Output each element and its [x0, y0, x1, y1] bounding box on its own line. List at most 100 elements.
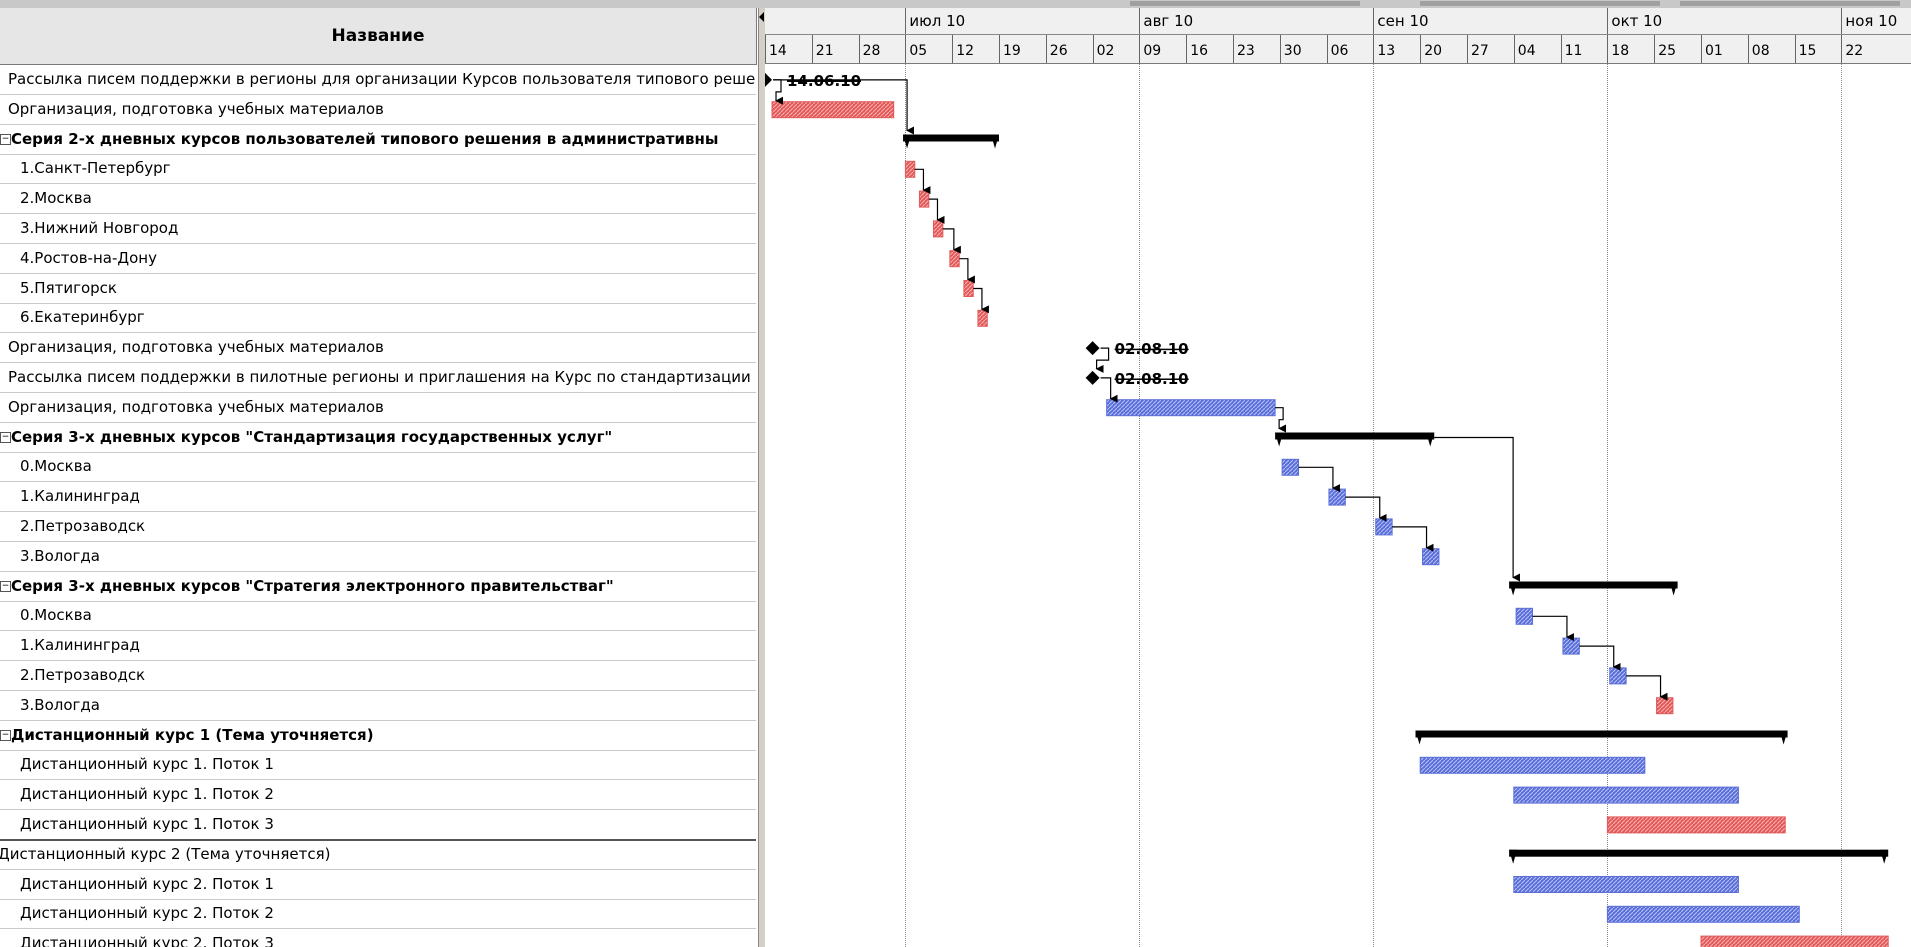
collapse-toggle-icon[interactable]: −: [0, 580, 11, 592]
task-row[interactable]: − Дистанционный курс 1 (Тема уточняется): [0, 721, 756, 751]
task-bar[interactable]: [1562, 637, 1580, 655]
collapse-arrow-icon[interactable]: [759, 12, 764, 22]
task-row[interactable]: 4.Ростов-на-Дону: [0, 244, 756, 274]
summary-bar[interactable]: [1275, 432, 1435, 440]
dependency-link[interactable]: [973, 287, 989, 314]
task-bar[interactable]: [1700, 935, 1889, 947]
task-row[interactable]: 1.Калининград: [0, 482, 756, 513]
task-bar[interactable]: [1656, 697, 1674, 715]
task-name: 3.Вологда: [20, 695, 100, 714]
task-bar[interactable]: [1515, 607, 1534, 625]
task-name: Организация, подготовка учебных материал…: [8, 338, 384, 357]
week-label: 20: [1420, 35, 1442, 63]
collapse-toggle-icon[interactable]: −: [0, 133, 11, 145]
task-bar[interactable]: [1606, 905, 1800, 923]
summary-bar[interactable]: [903, 134, 999, 142]
task-name: Дистанционный курс 1. Поток 1: [20, 755, 274, 774]
task-row[interactable]: − Серия 2-х дневных курсов пользователей …: [0, 125, 756, 155]
task-row[interactable]: Дистанционный курс 1. Поток 2: [0, 780, 756, 811]
column-header-name[interactable]: Название: [0, 8, 757, 65]
collapse-toggle-icon[interactable]: −: [0, 729, 11, 741]
dependency-link[interactable]: [1626, 675, 1668, 701]
task-row[interactable]: 2.Петрозаводск: [0, 512, 756, 542]
dependency-link[interactable]: [1095, 347, 1110, 373]
dependency-link[interactable]: [1579, 645, 1621, 671]
task-bar[interactable]: [1375, 518, 1393, 536]
task-row[interactable]: Дистанционный курс 2. Поток 1: [0, 870, 756, 900]
dependency-link[interactable]: [914, 168, 931, 195]
week-label: 18: [1607, 35, 1629, 63]
summary-bar[interactable]: [1509, 581, 1678, 589]
task-bar[interactable]: [949, 250, 960, 268]
task-row[interactable]: − Серия 3-х дневных курсов "Стратегия эле…: [0, 572, 756, 602]
toolbar-scrollbar[interactable]: [1420, 1, 1660, 6]
task-row[interactable]: Организация, подготовка учебных материал…: [0, 333, 756, 364]
dependency-link[interactable]: [773, 79, 784, 105]
task-row[interactable]: 3.Вологда: [0, 542, 756, 572]
task-row[interactable]: − Серия 3-х дневных курсов "Стандартизаци…: [0, 423, 756, 453]
task-table: Название Рассылка писем поддержки в реги…: [0, 8, 758, 947]
dependency-link[interactable]: [942, 228, 961, 254]
dependency-link[interactable]: [928, 198, 945, 224]
task-bar[interactable]: [1513, 786, 1739, 804]
dependency-link[interactable]: [1298, 466, 1340, 493]
task-bar[interactable]: [977, 309, 988, 327]
task-row[interactable]: 1.Калининград: [0, 631, 756, 662]
milestone-diamond[interactable]: [1085, 370, 1100, 385]
task-bar[interactable]: [1606, 816, 1786, 834]
dependency-link[interactable]: [959, 258, 975, 284]
week-label: 05: [905, 35, 927, 63]
summary-bar[interactable]: [1509, 849, 1889, 857]
milestone-diamond[interactable]: [1085, 341, 1100, 356]
task-bar[interactable]: [963, 280, 974, 297]
dependency-link[interactable]: [1345, 496, 1387, 522]
task-row[interactable]: Дистанционный курс 1. Поток 1: [0, 750, 756, 781]
task-bar[interactable]: [1422, 548, 1440, 566]
task-bar[interactable]: [1513, 876, 1739, 893]
task-row[interactable]: 6.Екатеринбург: [0, 303, 756, 334]
task-name: Дистанционный курс 1. Поток 2: [20, 785, 274, 804]
task-row[interactable]: 3.Вологда: [0, 691, 756, 721]
task-name: 4.Ростов-на-Дону: [20, 248, 157, 267]
task-row[interactable]: 0.Москва: [0, 452, 756, 483]
task-row[interactable]: Дистанционный курс 1. Поток 3: [0, 810, 756, 841]
task-bar[interactable]: [1328, 488, 1346, 506]
dependency-link[interactable]: [1275, 407, 1287, 433]
milestone-diamond[interactable]: [765, 72, 772, 87]
task-row[interactable]: 3.Нижний Новгород: [0, 214, 756, 244]
task-row[interactable]: Рассылка писем поддержки в регионы для о…: [0, 65, 756, 95]
task-row[interactable]: Рассылка писем поддержки в пилотные реги…: [0, 363, 756, 393]
task-row[interactable]: 5.Пятигорск: [0, 274, 756, 304]
task-bar[interactable]: [1609, 667, 1627, 685]
task-row[interactable]: Дистанционный курс 2 (Тема уточняется): [0, 840, 756, 870]
task-bar[interactable]: [771, 101, 895, 119]
task-bar[interactable]: [1106, 399, 1276, 417]
task-row[interactable]: Организация, подготовка учебных материал…: [0, 95, 756, 125]
task-name: Организация, подготовка учебных материал…: [8, 397, 384, 416]
task-bar[interactable]: [1419, 756, 1646, 774]
task-bar[interactable]: [932, 220, 944, 238]
task-row[interactable]: Организация, подготовка учебных материал…: [0, 393, 756, 423]
task-name: 0.Москва: [20, 457, 92, 476]
task-row[interactable]: Дистанционный курс 2. Поток 2: [0, 899, 756, 930]
task-bar[interactable]: [1281, 458, 1300, 476]
toolbar-scrollbar[interactable]: [1130, 1, 1360, 6]
dependency-link[interactable]: [1392, 526, 1434, 552]
collapse-toggle-icon[interactable]: −: [0, 431, 11, 443]
toolbar-scrollbar[interactable]: [1680, 1, 1900, 6]
dependency-link[interactable]: [1532, 615, 1574, 642]
task-name: 3.Вологда: [20, 546, 100, 565]
task-row[interactable]: 2.Москва: [0, 184, 756, 215]
week-label: 19: [999, 35, 1021, 63]
summary-bar[interactable]: [1415, 730, 1788, 738]
month-label: окт 10: [1607, 8, 1662, 34]
task-row[interactable]: 2.Петрозаводск: [0, 661, 756, 691]
task-name: Серия 3-х дневных курсов "Стратегия элек…: [11, 576, 614, 595]
task-bar[interactable]: [904, 160, 916, 178]
task-bar[interactable]: [918, 190, 930, 208]
task-row[interactable]: 0.Москва: [0, 601, 756, 632]
dependency-link[interactable]: [1434, 436, 1521, 582]
task-row[interactable]: Дистанционный курс 2. Поток 3: [0, 929, 756, 947]
dependency-link[interactable]: [1100, 377, 1118, 403]
task-row[interactable]: 1.Санкт-Петербург: [0, 154, 756, 185]
